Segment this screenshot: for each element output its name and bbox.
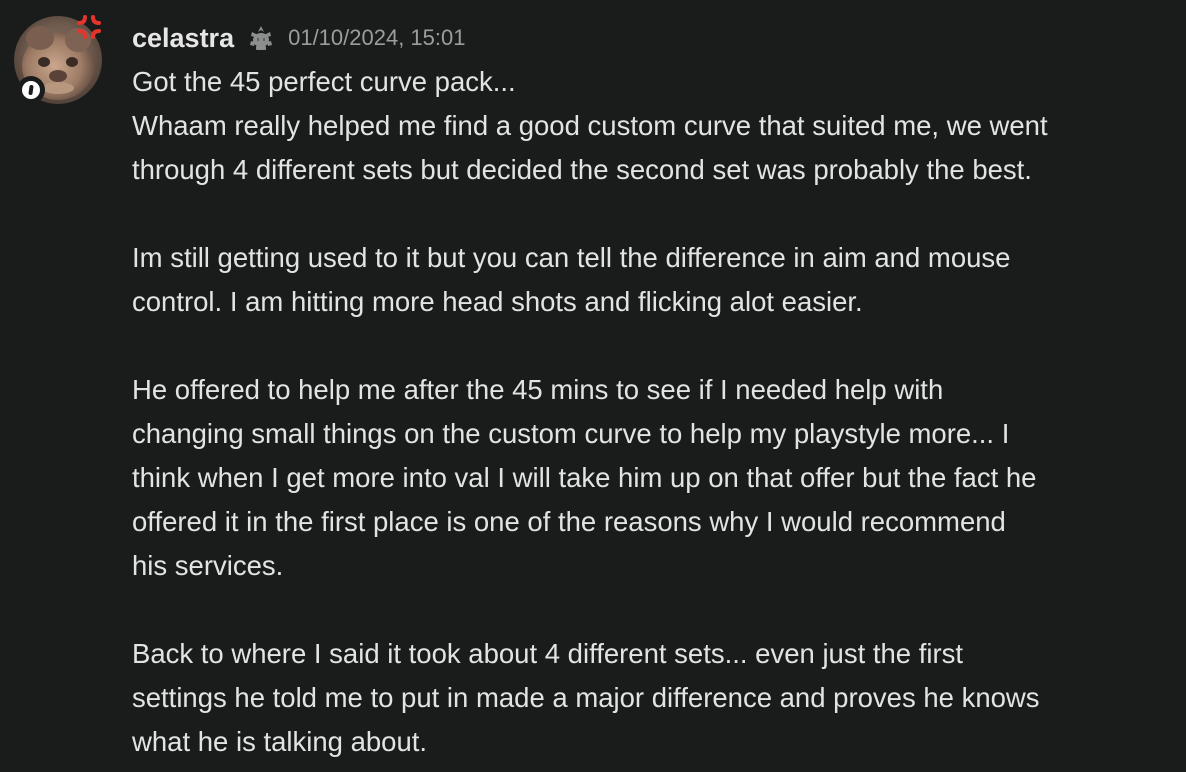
- message-line: offered it in the first place is one of …: [132, 506, 1006, 537]
- paragraph-break: [132, 324, 1172, 368]
- message-content: Got the 45 perfect curve pack... Whaam re…: [132, 60, 1172, 764]
- author-name[interactable]: celastra: [132, 23, 234, 54]
- message-timestamp: 01/10/2024, 15:01: [288, 25, 466, 50]
- message-line: Back to where I said it took about 4 dif…: [132, 638, 964, 669]
- anger-symbol-icon: [72, 10, 106, 44]
- message-line: He offered to help me after the 45 mins …: [132, 374, 944, 405]
- paragraph-break: [132, 588, 1172, 632]
- paragraph-break: [132, 192, 1172, 236]
- message-line: what he is talking about.: [132, 726, 428, 757]
- message-header: celastra 01/10/2024, 15:01: [132, 18, 465, 58]
- message-line: Im still getting used to it but you can …: [132, 242, 1011, 273]
- message-line: control. I am hitting more head shots an…: [132, 286, 863, 317]
- guild-tag-icon[interactable]: [246, 23, 276, 53]
- message-line: changing small things on the custom curv…: [132, 418, 1010, 449]
- message-line: Got the 45 perfect curve pack...: [132, 66, 516, 97]
- avatar-container: [14, 15, 102, 104]
- message-line: through 4 different sets but decided the…: [132, 154, 1032, 185]
- exclamation-icon: [22, 81, 40, 99]
- message-line: settings he told me to put in made a maj…: [132, 682, 1040, 713]
- message-line: think when I get more into val I will ta…: [132, 462, 1037, 493]
- chat-message: celastra 01/10/2024, 15:01 Got the 45 pe…: [0, 0, 1186, 772]
- message-line: his services.: [132, 550, 284, 581]
- status-badge: [17, 76, 45, 104]
- message-line: Whaam really helped me find a good custo…: [132, 110, 1048, 141]
